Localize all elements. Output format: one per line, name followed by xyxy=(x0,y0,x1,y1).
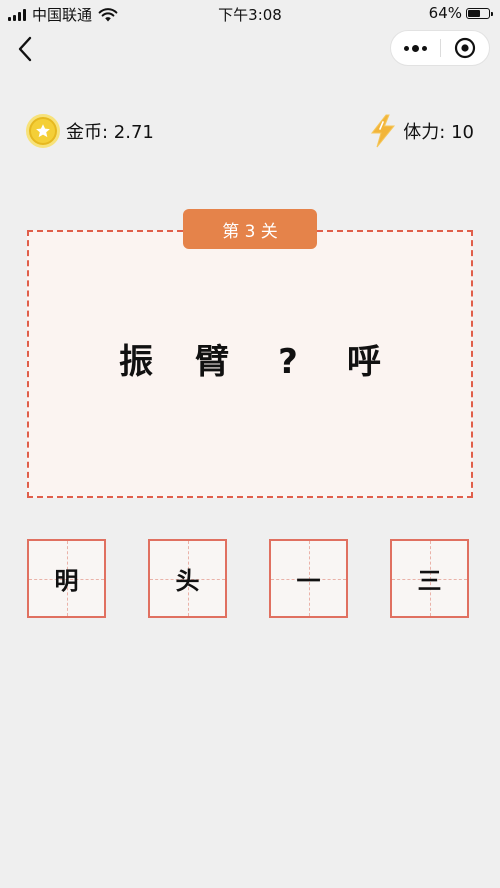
idiom-char-2: 臂 xyxy=(195,342,229,382)
option-char-1: 明 xyxy=(54,567,79,595)
energy-label: 体力: 10 xyxy=(403,122,474,143)
battery-icon xyxy=(466,7,493,19)
option-tile-2[interactable]: 头 xyxy=(148,539,227,618)
status-right: 64% xyxy=(428,4,493,22)
idiom-row: 振 臂 ? 呼 xyxy=(29,342,471,382)
back-button[interactable] xyxy=(10,34,40,64)
idiom-puzzle-box: 振 臂 ? 呼 xyxy=(27,230,473,498)
option-char-3: 一 xyxy=(296,567,321,595)
option-char-4: 三 xyxy=(417,567,442,595)
coins-label: 金币: 2.71 xyxy=(66,122,154,143)
option-tile-1[interactable]: 明 xyxy=(27,539,106,618)
option-tile-4[interactable]: 三 xyxy=(390,539,469,618)
option-char-2: 头 xyxy=(175,567,200,595)
status-bar: 中国联通 下午3:08 64% xyxy=(0,0,500,26)
chevron-left-icon xyxy=(18,36,32,62)
level-badge: 第 3 关 xyxy=(183,209,317,249)
idiom-char-1: 振 xyxy=(119,342,153,382)
battery-percent: 64% xyxy=(428,4,462,22)
mini-program-capsule xyxy=(390,30,490,66)
lightning-bolt-icon xyxy=(371,114,396,148)
idiom-blank-slot[interactable]: ? xyxy=(250,342,326,382)
option-tile-3[interactable]: 一 xyxy=(269,539,348,618)
idiom-char-4: 呼 xyxy=(347,342,381,382)
coins-stat: 金币: 2.71 xyxy=(26,114,154,148)
more-dots-icon xyxy=(403,44,427,52)
status-time: 下午3:08 xyxy=(218,6,282,24)
energy-stat: 体力: 10 xyxy=(369,114,474,148)
close-button[interactable] xyxy=(441,31,490,65)
target-circle-icon xyxy=(454,37,475,59)
more-button[interactable] xyxy=(391,31,440,65)
coin-icon xyxy=(26,114,60,148)
